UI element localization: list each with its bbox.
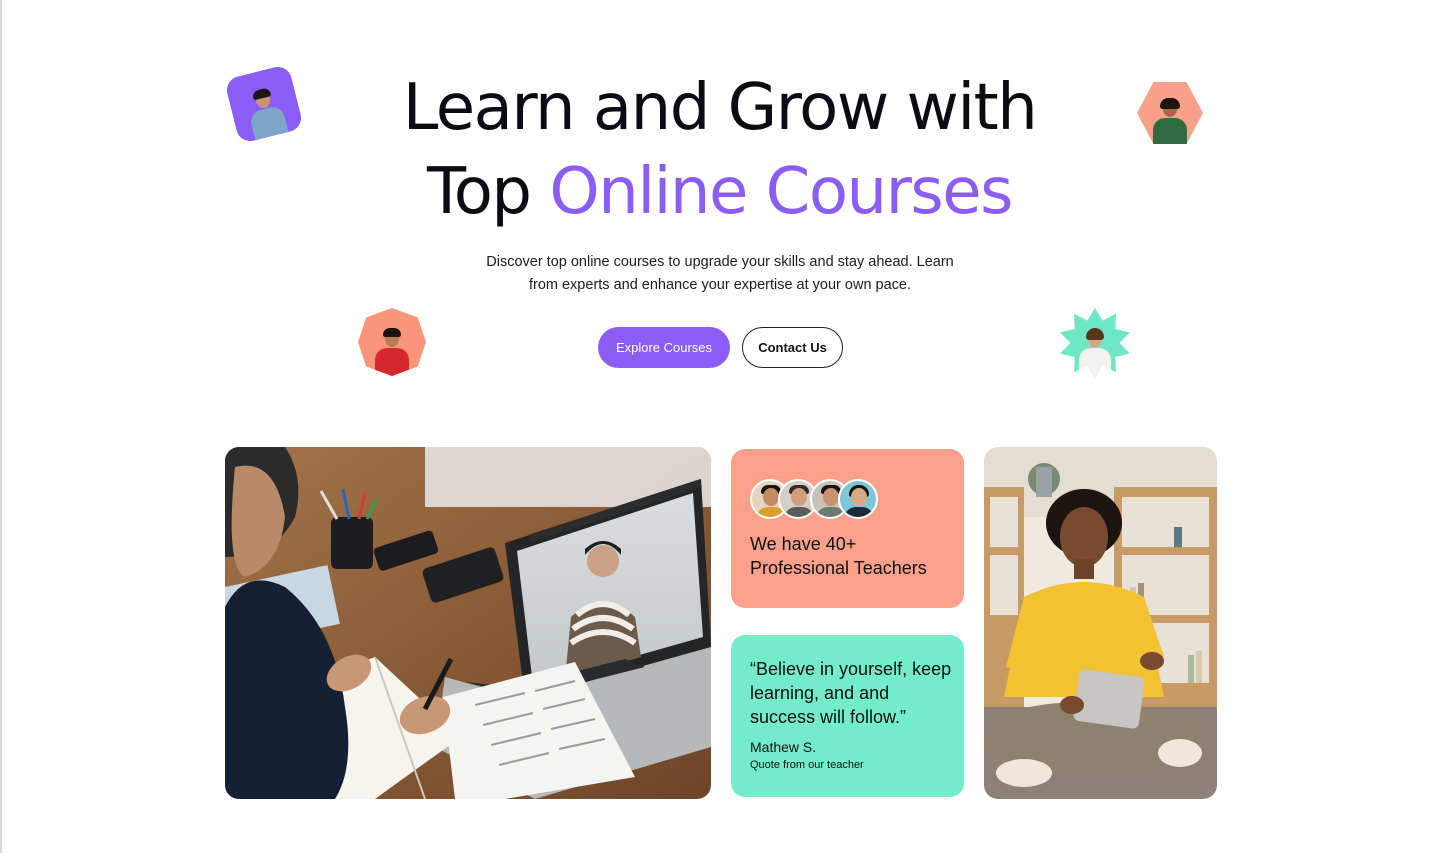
teachers-stat-text: We have 40+ Professional Teachers bbox=[750, 534, 927, 578]
main-photo-student-laptop bbox=[225, 447, 711, 799]
teachers-stat-card: We have 40+ Professional Teachers bbox=[731, 449, 964, 608]
teacher-avatar-4 bbox=[838, 479, 878, 519]
quote-author: Mathew S. bbox=[750, 739, 817, 755]
quote-text: “Believe in yourself, keep learning, and… bbox=[750, 659, 952, 727]
hero-title: Learn and Grow with Top Online Courses bbox=[0, 66, 1439, 234]
side-photo-teen-tablet bbox=[984, 447, 1217, 799]
student-avatar-badge-orange bbox=[358, 308, 426, 376]
contact-us-button[interactable]: Contact Us bbox=[742, 327, 843, 368]
explore-courses-button[interactable]: Explore Courses bbox=[598, 327, 730, 368]
hero-title-line1: Learn and Grow with bbox=[402, 71, 1038, 145]
hero-subtitle: Discover top online courses to upgrade y… bbox=[486, 254, 954, 293]
teacher-avatars-group bbox=[750, 479, 910, 519]
quote-author-role: Quote from our teacher bbox=[750, 759, 864, 771]
hero-title-accent: Online Courses bbox=[549, 155, 1013, 229]
teacher-quote-card: “Believe in yourself, keep learning, and… bbox=[731, 635, 964, 797]
hero-title-line2: Top bbox=[427, 155, 550, 229]
student-avatar-badge-mint bbox=[1060, 308, 1130, 378]
